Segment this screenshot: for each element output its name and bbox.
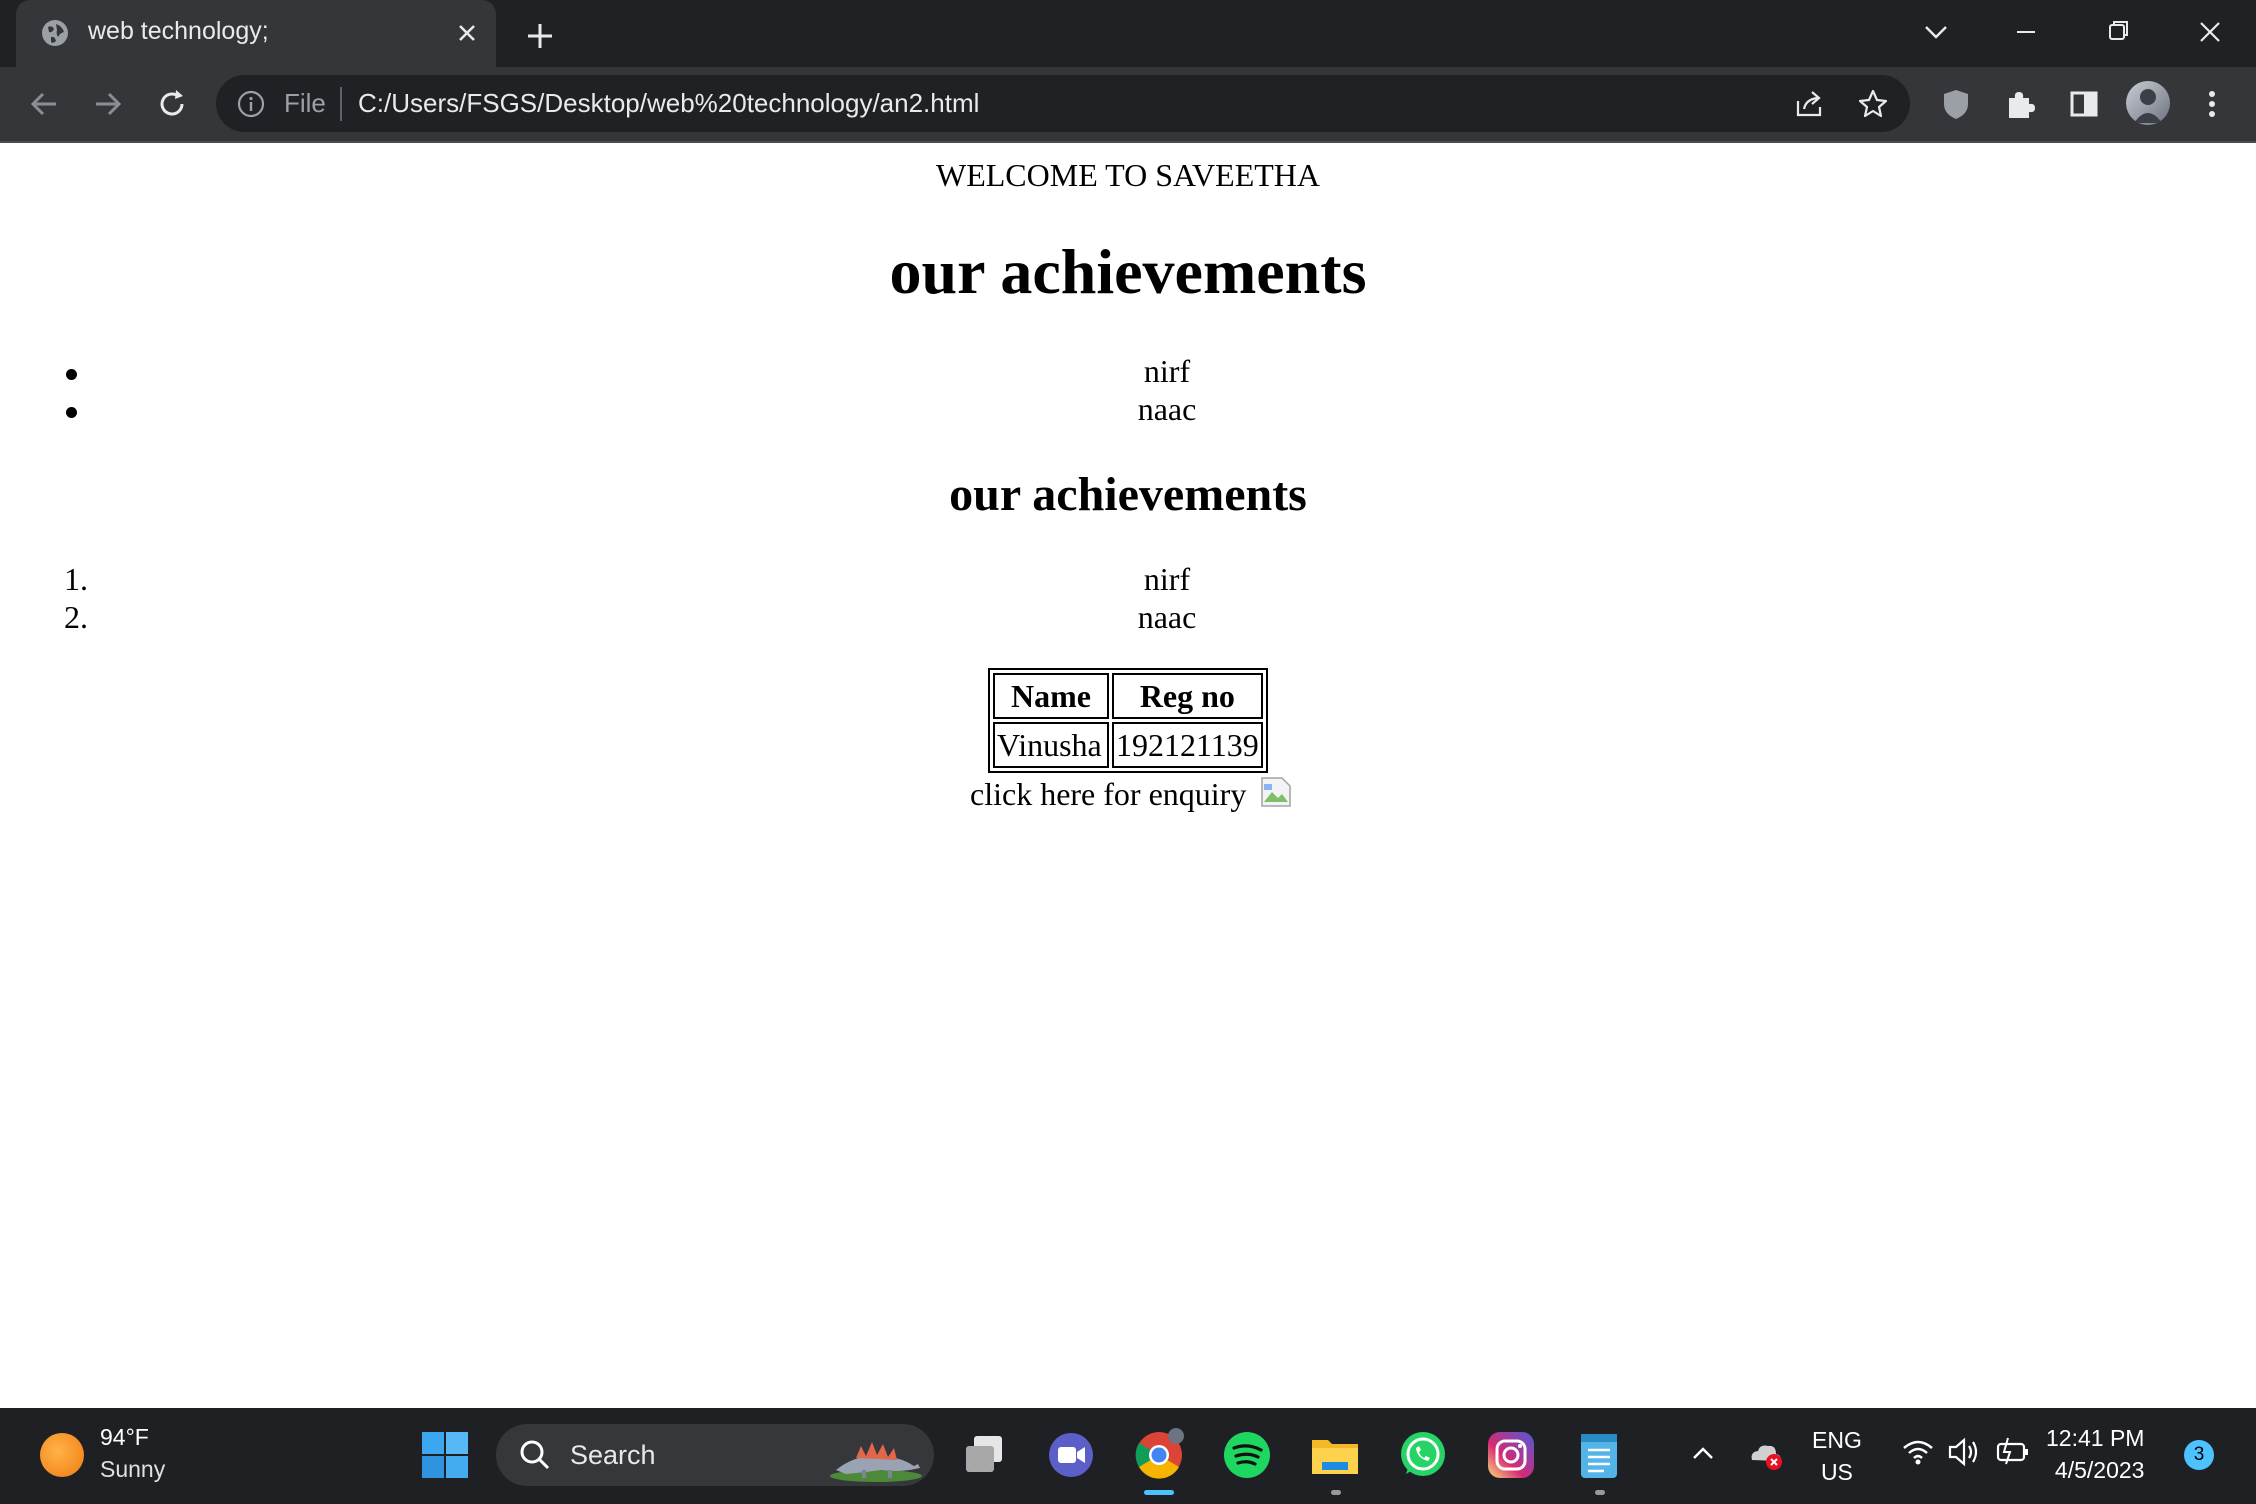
spotify-icon[interactable] <box>1220 1428 1274 1482</box>
side-panel-icon[interactable] <box>2064 84 2104 124</box>
input-language[interactable]: ENG US <box>1812 1424 1862 1488</box>
bullet-marker <box>66 369 77 380</box>
info-icon[interactable] <box>236 89 266 119</box>
browser-tabstrip: web technology; <box>0 0 2256 67</box>
table-row: Vinusha 192121139 <box>993 722 1263 768</box>
windows-start-icon[interactable] <box>418 1428 472 1482</box>
page-heading-2: our achievements <box>949 468 1307 521</box>
table-cell-name: Vinusha <box>993 722 1109 768</box>
notification-badge[interactable]: 3 <box>2184 1440 2214 1470</box>
enquiry-text: click here for enquiry <box>970 776 1247 812</box>
shield-extension-icon[interactable] <box>1936 84 1976 124</box>
onedrive-error-icon[interactable] <box>1746 1434 1786 1474</box>
taskbar-search-box[interactable]: Search <box>496 1424 934 1486</box>
broken-image-icon[interactable] <box>1260 774 1292 808</box>
active-app-indicator <box>1144 1490 1174 1495</box>
new-tab-icon[interactable] <box>522 18 558 54</box>
clock-time: 12:41 PM <box>2046 1425 2145 1451</box>
dinosaur-highlight-icon <box>830 1442 922 1482</box>
back-arrow-icon[interactable] <box>24 84 64 124</box>
teams-meet-icon[interactable] <box>1044 1428 1098 1482</box>
file-explorer-icon[interactable] <box>1308 1428 1362 1482</box>
running-indicator <box>1331 1490 1341 1495</box>
share-icon[interactable] <box>1792 87 1826 121</box>
globe-icon <box>42 20 68 46</box>
table-header-regno: Reg no <box>1111 673 1263 719</box>
browser-toolbar: File C:/Users/FSGS/Desktop/web%20technol… <box>0 67 2256 143</box>
address-bar[interactable]: File C:/Users/FSGS/Desktop/web%20technol… <box>216 75 1910 132</box>
close-window-icon[interactable] <box>2188 12 2232 52</box>
bullet-marker <box>66 407 77 418</box>
list-item-text: nirf <box>1143 561 1191 597</box>
chrome-icon[interactable] <box>1132 1428 1186 1482</box>
address-separator <box>340 87 342 121</box>
notepad-icon[interactable] <box>1572 1428 1626 1482</box>
close-tab-icon[interactable] <box>452 18 482 48</box>
tab-title: web technology; <box>88 17 269 45</box>
url-text[interactable]: C:/Users/FSGS/Desktop/web%20technology/a… <box>358 88 979 119</box>
battery-charging-icon[interactable] <box>1994 1434 2032 1470</box>
system-clock[interactable]: 12:41 PM 4/5/2023 <box>2046 1422 2144 1486</box>
bookmark-star-icon[interactable] <box>1856 87 1890 121</box>
weather-temperature[interactable]: 94°F <box>100 1424 149 1451</box>
instagram-icon[interactable] <box>1484 1428 1538 1482</box>
list-number: 1. <box>64 561 88 597</box>
forward-arrow-icon[interactable] <box>88 84 128 124</box>
profile-avatar[interactable] <box>2126 81 2170 125</box>
running-indicator <box>1595 1490 1605 1495</box>
restore-icon[interactable] <box>2096 12 2140 52</box>
ordered-list-item: 1. nirf <box>0 561 2256 599</box>
region-code: US <box>1820 1459 1853 1485</box>
sun-weather-icon[interactable] <box>40 1433 84 1477</box>
unordered-list-item: naac <box>0 391 2256 429</box>
taskbar: 94°F Sunny Search ENG US 12:41 PM 4/5/20… <box>0 1408 2256 1504</box>
more-menu-icon[interactable] <box>2192 84 2232 124</box>
list-item-text: naac <box>1137 391 1197 427</box>
page-content: WELCOME TO SAVEETHA our achievements nir… <box>0 143 2256 1408</box>
chevron-up-icon[interactable] <box>1686 1436 1720 1470</box>
tab-search-chevron-icon[interactable] <box>1914 12 1958 52</box>
unordered-list-item: nirf <box>0 353 2256 391</box>
list-item-text: nirf <box>1143 353 1191 389</box>
browser-tab[interactable]: web technology; <box>16 0 496 67</box>
list-number: 2. <box>64 599 88 635</box>
minimize-icon[interactable] <box>2004 12 2048 52</box>
search-label: Search <box>570 1440 656 1470</box>
table-header-name: Name <box>993 673 1109 719</box>
clock-date: 4/5/2023 <box>2054 1457 2145 1483</box>
search-icon <box>520 1440 550 1470</box>
reload-icon[interactable] <box>152 84 192 124</box>
student-table: Name Reg no Vinusha 192121139 <box>988 668 1268 773</box>
weather-condition[interactable]: Sunny <box>100 1456 165 1483</box>
table-header-row: Name Reg no <box>993 673 1263 719</box>
whatsapp-icon[interactable] <box>1396 1428 1450 1482</box>
url-scheme-label: File <box>284 88 326 118</box>
wifi-icon[interactable] <box>1900 1434 1936 1470</box>
task-view-icon[interactable] <box>958 1428 1012 1482</box>
extensions-puzzle-icon[interactable] <box>2000 84 2040 124</box>
ordered-list-item: 2. naac <box>0 599 2256 637</box>
page-heading-1: our achievements <box>889 236 1367 307</box>
welcome-text: WELCOME TO SAVEETHA <box>936 157 1320 193</box>
avatar-icon <box>2134 89 2162 123</box>
enquiry-line: click here for enquiry <box>970 774 1292 813</box>
volume-icon[interactable] <box>1946 1434 1982 1470</box>
language-code: ENG <box>1812 1427 1862 1453</box>
list-item-text: naac <box>1137 599 1197 635</box>
table-cell-regno: 192121139 <box>1111 722 1263 768</box>
